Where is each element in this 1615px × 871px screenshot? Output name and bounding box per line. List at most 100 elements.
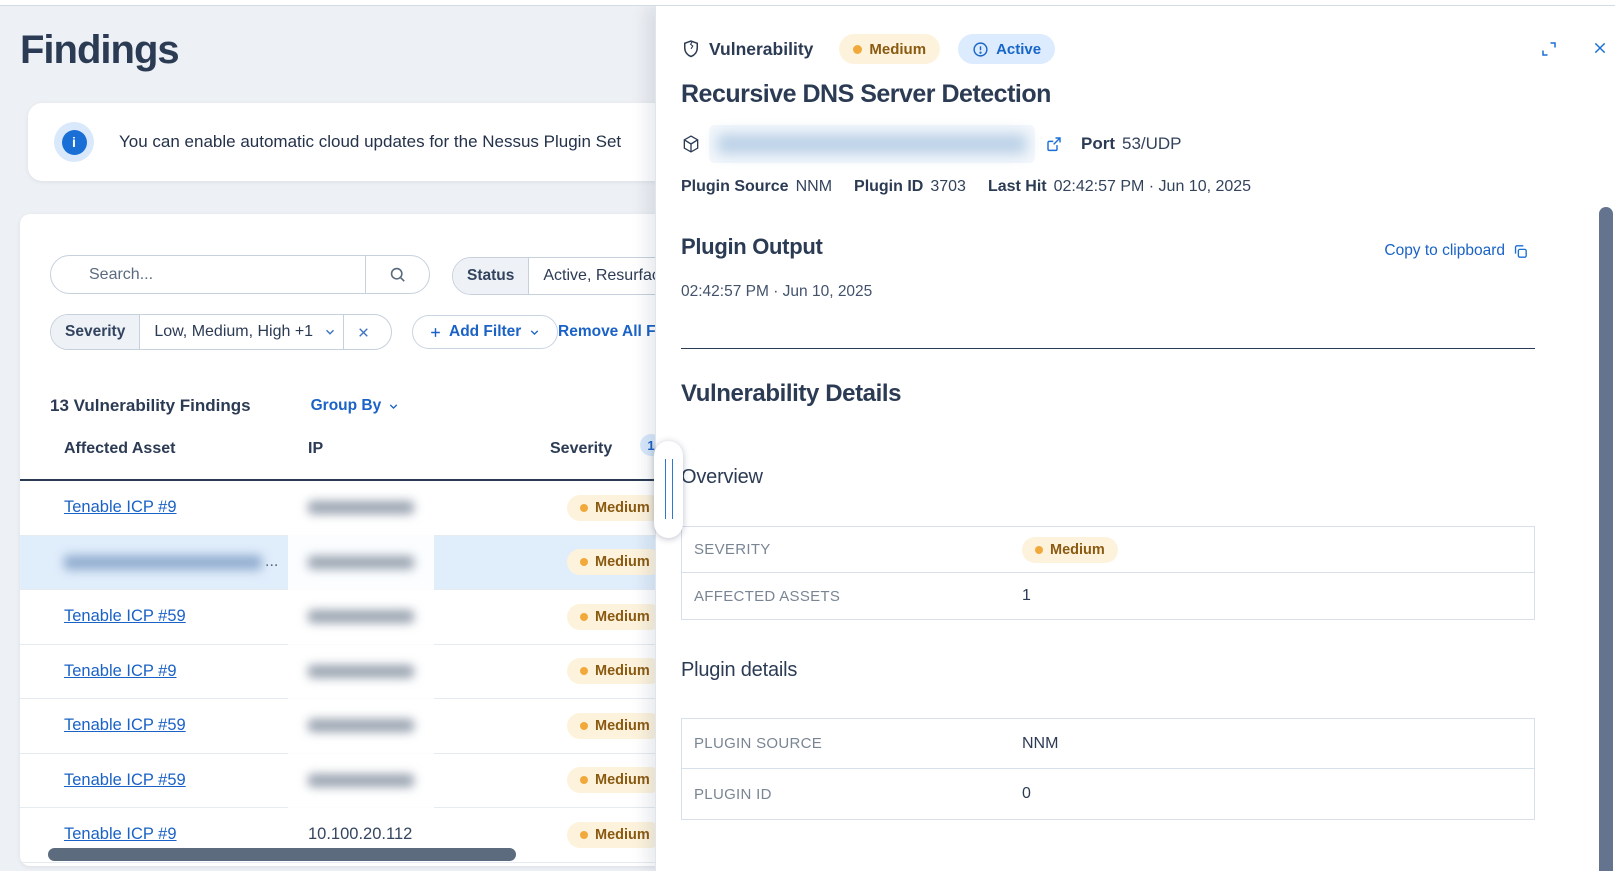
port-label: Port <box>1081 134 1115 154</box>
detail-row: SEVERITYMedium <box>682 527 1534 573</box>
asset-link[interactable]: Tenable ICP #9 <box>64 498 177 517</box>
severity-badge: Medium <box>839 34 940 64</box>
info-icon <box>54 122 94 162</box>
severity-filter[interactable]: Severity Low, Medium, High +1 <box>50 314 392 350</box>
finding-meta: Plugin SourceNNM Plugin ID3703 Last Hit0… <box>681 178 1251 196</box>
detail-panel: Vulnerability Medium Active Recursive DN… <box>655 6 1615 871</box>
detail-label: PLUGIN ID <box>682 786 1022 803</box>
asset-link[interactable]: Tenable ICP #59 <box>64 716 186 735</box>
vulnerability-details-heading: Vulnerability Details <box>681 380 901 408</box>
search-icon[interactable] <box>365 256 429 293</box>
asset-cube-icon <box>681 134 701 154</box>
severity-cell: Medium <box>567 754 663 808</box>
column-severity[interactable]: Severity <box>550 440 612 458</box>
redacted-ip-text <box>308 774 414 787</box>
section-divider <box>681 348 1535 349</box>
severity-pill: Medium <box>567 713 663 739</box>
detail-row: PLUGIN SOURCENNM <box>682 719 1534 769</box>
severity-cell: Medium <box>567 645 663 699</box>
asset-link[interactable]: Tenable ICP #9 <box>64 662 177 681</box>
severity-pill: Medium <box>567 549 663 575</box>
chevron-down-icon[interactable] <box>323 325 337 339</box>
ip-cell: 10.100.20.112 <box>308 808 412 862</box>
group-by-button[interactable]: Group By <box>311 397 401 415</box>
finding-type-label: Vulnerability <box>709 39 813 60</box>
port-value: 53/UDP <box>1122 134 1182 154</box>
copy-icon <box>1512 243 1529 260</box>
detail-value: NNM <box>1022 735 1058 753</box>
page-title: Findings <box>20 28 179 73</box>
ip-cell <box>308 699 414 753</box>
overview-table: SEVERITYMediumAFFECTED ASSETS1 <box>681 526 1535 620</box>
ip-cell <box>308 536 414 590</box>
status-filter-label: Status <box>453 258 529 294</box>
severity-cell: Medium <box>567 536 663 590</box>
remove-severity-filter-icon[interactable] <box>344 326 383 339</box>
last-hit-value: 02:42:57 PM · Jun 10, 2025 <box>1054 178 1251 196</box>
remove-all-filters-link[interactable]: Remove All Filt <box>558 323 669 341</box>
panel-resize-handle[interactable] <box>654 441 683 538</box>
asset-cell: Tenable ICP #59 <box>64 699 186 753</box>
status-badge: Active <box>958 34 1055 64</box>
ip-cell <box>308 481 414 535</box>
redacted-ip-text <box>308 719 414 732</box>
detail-label: SEVERITY <box>682 541 1022 558</box>
plugin-id-value: 3703 <box>930 178 966 196</box>
redacted-ip-text <box>308 610 414 623</box>
redacted-asset-name[interactable] <box>709 125 1035 163</box>
detail-label: AFFECTED ASSETS <box>682 588 1022 605</box>
asset-cell: Tenable ICP #9 <box>64 481 177 535</box>
close-panel-icon[interactable] <box>1592 40 1612 60</box>
plugin-output-heading: Plugin Output <box>681 234 823 260</box>
severity-cell: Medium <box>567 590 663 644</box>
chevron-down-icon <box>387 400 400 413</box>
column-affected-asset[interactable]: Affected Asset <box>64 440 175 458</box>
severity-pill: Medium <box>567 822 663 848</box>
asset-cell: Tenable ICP #59 <box>64 590 186 644</box>
plugin-details-heading: Plugin details <box>681 659 797 682</box>
severity-pill: Medium <box>567 658 663 684</box>
severity-cell: Medium <box>567 699 663 753</box>
column-ip[interactable]: IP <box>308 440 323 458</box>
asset-link[interactable]: Tenable ICP #59 <box>64 607 186 626</box>
severity-cell: Medium <box>567 481 663 535</box>
findings-count: 13 Vulnerability Findings <box>50 396 251 416</box>
detail-label: PLUGIN SOURCE <box>682 735 1022 752</box>
ip-cell <box>308 645 414 699</box>
detail-row: AFFECTED ASSETS1 <box>682 573 1534 619</box>
search-box <box>50 255 430 294</box>
overview-heading: Overview <box>681 466 763 489</box>
copy-to-clipboard-button[interactable]: Copy to clipboard <box>1384 242 1529 260</box>
plugin-source-value: NNM <box>796 178 832 196</box>
plugin-details-table: PLUGIN SOURCENNMPLUGIN ID0 <box>681 718 1535 820</box>
external-link-icon[interactable] <box>1045 135 1063 153</box>
finding-title: Recursive DNS Server Detection <box>681 80 1051 109</box>
alert-circle-icon <box>972 41 989 58</box>
severity-pill: Medium <box>1022 537 1118 563</box>
status-filter-value: Active, Resurfac <box>529 267 669 285</box>
search-input[interactable] <box>51 256 365 293</box>
asset-link[interactable]: Tenable ICP #59 <box>64 771 186 790</box>
redacted-ip-text <box>308 556 414 569</box>
horizontal-scrollbar[interactable] <box>48 848 516 861</box>
severity-pill: Medium <box>567 604 663 630</box>
detail-row: PLUGIN ID0 <box>682 769 1534 819</box>
ip-cell <box>308 754 414 808</box>
ip-cell <box>308 590 414 644</box>
plugin-output-timestamp: 02:42:57 PM · Jun 10, 2025 <box>681 283 872 301</box>
top-strip <box>0 0 1615 6</box>
redacted-ip-text <box>308 665 414 678</box>
severity-filter-label: Severity <box>51 315 140 349</box>
asset-cell: Tenable ICP #59 <box>64 754 186 808</box>
severity-filter-value: Low, Medium, High +1 <box>140 323 323 341</box>
detail-value: 1 <box>1022 587 1031 605</box>
redacted-ip-text <box>308 501 414 514</box>
redacted-asset-text <box>64 555 262 570</box>
expand-panel-icon[interactable] <box>1540 40 1560 60</box>
chevron-down-icon <box>528 326 541 339</box>
asset-cell: ... <box>64 536 278 590</box>
asset-link[interactable]: Tenable ICP #9 <box>64 825 177 844</box>
detail-value: Medium <box>1022 537 1118 563</box>
add-filter-button[interactable]: Add Filter <box>412 315 558 349</box>
vertical-scrollbar[interactable] <box>1599 207 1613 871</box>
